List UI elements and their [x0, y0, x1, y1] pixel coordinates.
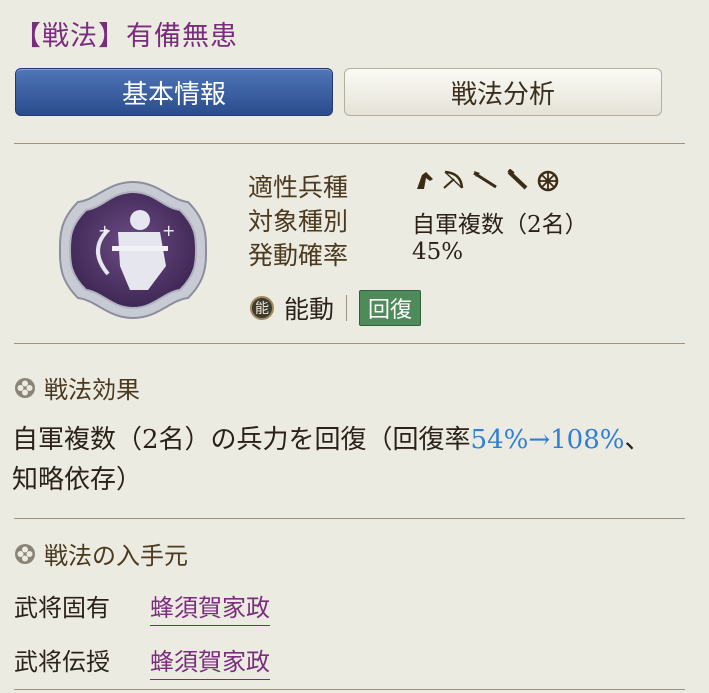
siege-icon	[537, 170, 559, 192]
source-label: 武将固有	[14, 594, 110, 622]
activation-rate-value: 45%	[412, 239, 464, 265]
activation-rate-label: 発動確率	[248, 241, 349, 270]
target-type-label: 対象種別	[248, 207, 349, 236]
source-general-link[interactable]: 蜂須賀家政	[150, 588, 270, 626]
cavalry-icon	[417, 172, 433, 189]
divider	[14, 143, 685, 144]
heal-tag: 回復	[359, 290, 422, 326]
source-heading: 戦法の入手元	[44, 542, 188, 570]
troop-type-icons	[414, 169, 560, 193]
tab-skill-analysis[interactable]: 戦法分析	[344, 68, 662, 116]
divider	[14, 689, 685, 690]
svg-text:+: +	[98, 221, 111, 240]
effect-text-before: 自軍複数（2名）の兵力を回復（回復率	[12, 425, 471, 455]
clover-bullet-icon	[15, 377, 35, 398]
spear-icon	[473, 171, 497, 189]
clover-bullet-icon	[15, 543, 35, 564]
gun-icon	[507, 169, 528, 190]
page-title: 【戦法】有備無患	[14, 21, 238, 52]
divider	[14, 518, 685, 519]
divider	[14, 343, 685, 344]
tab-label: 基本情報	[121, 79, 226, 110]
bow-icon	[443, 170, 464, 189]
divider	[346, 295, 348, 321]
tab-basic-info[interactable]: 基本情報	[15, 68, 333, 116]
active-skill-icon: 能	[250, 296, 274, 320]
source-label: 武将伝授	[14, 648, 110, 676]
skill-type-label: 能動	[284, 295, 335, 324]
effect-highlight-range: 54%→108%	[470, 425, 625, 455]
troop-type-label: 適性兵種	[248, 173, 349, 202]
svg-text:+: +	[162, 221, 175, 240]
source-section-header: 戦法の入手元	[14, 536, 188, 571]
skill-type-row: 能 能動 回復	[250, 290, 422, 326]
tab-label: 戦法分析	[450, 79, 555, 110]
effect-section-header: 戦法効果	[14, 370, 140, 405]
source-general-link[interactable]: 蜂須賀家政	[150, 642, 270, 680]
effect-heading: 戦法効果	[44, 376, 140, 404]
effect-description: 自軍複数（2名）の兵力を回復（回復率54%→108%、知略依存）	[12, 420, 672, 500]
skill-emblem-icon: + +	[49, 172, 217, 328]
target-type-value: 自軍複数（2名）	[412, 212, 588, 238]
